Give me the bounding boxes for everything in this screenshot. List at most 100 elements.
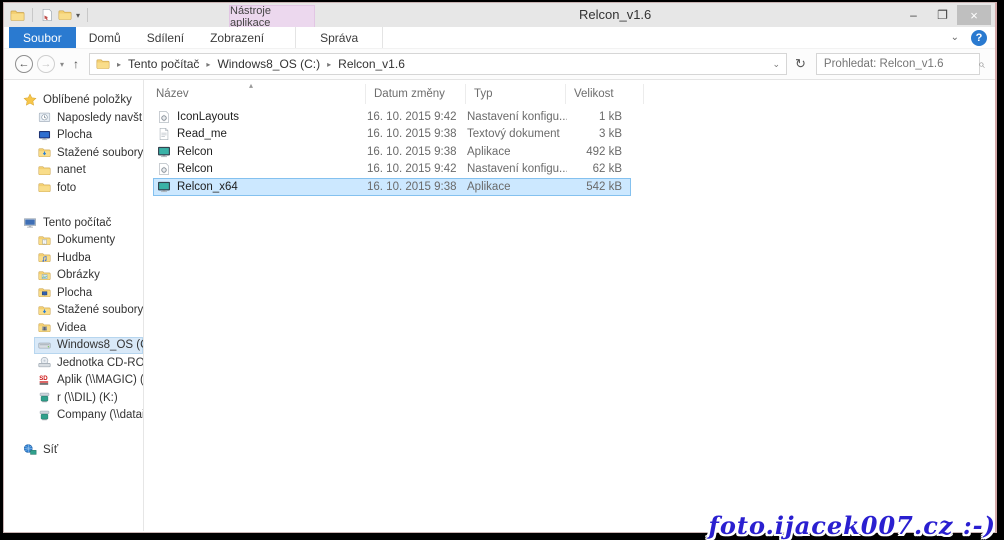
sidebar-item[interactable]: Windows8_OS (C:) (34, 337, 143, 355)
sidebar-item[interactable]: Plocha (34, 284, 143, 302)
divider (32, 8, 33, 22)
sidebar-item-label: Stažené soubory (57, 304, 143, 316)
sidebar-section-label: Tento počítač (43, 217, 111, 229)
sidebar-item[interactable]: Naposledy navštíver (34, 109, 143, 127)
desktop-icon (38, 129, 51, 142)
sidebar-item[interactable]: Company (\\dataint (34, 407, 143, 425)
minimize-button[interactable]: – (899, 5, 928, 25)
column-headers: ▴ NázevDatum změnyTypVelikost (144, 84, 995, 104)
column-header[interactable]: Název (144, 84, 366, 104)
downloads-icon (38, 146, 51, 159)
file-type: Aplikace (467, 146, 567, 158)
breadcrumb-segment[interactable]: Tento počítač (128, 57, 199, 71)
file-row[interactable]: Relcon16. 10. 2015 9:38Aplikace492 kB (153, 143, 631, 161)
star-icon (23, 93, 37, 107)
breadcrumb: ▸Tento počítač▸Windows8_OS (C:)▸Relcon_v… (110, 57, 405, 71)
title-bar: ▾ Nástroje aplikace Relcon_v1.6 – ❐ × (4, 3, 995, 27)
app-icon (157, 145, 171, 159)
column-header[interactable]: Velikost (566, 84, 644, 104)
folder-icon (38, 181, 51, 194)
sidebar-item[interactable]: Stažené soubory (34, 144, 143, 162)
address-folder-icon (96, 57, 110, 71)
tab-sprava[interactable]: Správa (295, 27, 383, 48)
forward-button[interactable]: → (37, 55, 55, 73)
breadcrumb-separator-icon: ▸ (327, 60, 331, 69)
help-icon[interactable]: ? (971, 30, 987, 46)
svg-text:SD: SD (39, 375, 48, 382)
search-box[interactable]: ⌕ (816, 53, 980, 75)
sidebar-item[interactable]: nanet (34, 162, 143, 180)
address-bar[interactable]: ▸Tento počítač▸Windows8_OS (C:)▸Relcon_v… (89, 53, 787, 75)
collapse-ribbon-icon[interactable]: ⌄ (951, 32, 959, 43)
sidebar-item[interactable]: foto (34, 179, 143, 197)
tab-soubor[interactable]: Soubor (9, 27, 76, 48)
tab-zobrazeni[interactable]: Zobrazení (197, 27, 277, 48)
ribbon-tabs: DomůSdíleníZobrazení Správa (76, 27, 383, 48)
sd-drive-icon: SD (38, 374, 51, 387)
file-name: Relcon (154, 162, 367, 176)
search-input[interactable] (824, 58, 978, 70)
file-rows: IconLayouts16. 10. 2015 9:42Nastavení ko… (144, 108, 995, 196)
file-name: Relcon (154, 145, 367, 159)
computer-icon (23, 216, 37, 230)
sidebar-section: Síť (4, 441, 143, 459)
navigation-bar: ← → ▾ ↑ ▸Tento počítač▸Windows8_OS (C:)▸… (4, 49, 995, 80)
breadcrumb-segment[interactable]: Windows8_OS (C:) (217, 57, 320, 71)
column-header[interactable]: Typ (466, 84, 566, 104)
sort-indicator-icon: ▴ (249, 81, 253, 90)
sidebar-section-header[interactable]: Síť (23, 441, 143, 459)
maximize-button[interactable]: ❐ (928, 5, 957, 25)
file-row[interactable]: IconLayouts16. 10. 2015 9:42Nastavení ko… (153, 108, 631, 126)
file-type: Nastavení konfigu... (467, 111, 567, 123)
file-date: 16. 10. 2015 9:38 (367, 181, 467, 193)
qat-properties-button[interactable] (40, 8, 54, 22)
sidebar-item[interactable]: Dokumenty (34, 232, 143, 250)
column-header[interactable]: Datum změny (366, 84, 466, 104)
downloads-icon (38, 304, 51, 317)
sidebar-item[interactable]: Jednotka CD-ROM ( (34, 354, 143, 372)
sidebar-section-header[interactable]: Tento počítač (23, 214, 143, 232)
sidebar-item[interactable]: SDAplik (\\MAGIC) (G: (34, 372, 143, 390)
sidebar-item[interactable]: Obrázky (34, 267, 143, 285)
folder-icon (58, 8, 72, 22)
sidebar-item[interactable]: Videa (34, 319, 143, 337)
sidebar-item[interactable]: r (\\DIL) (K:) (34, 389, 143, 407)
quick-access-toolbar: ▾ (4, 3, 91, 27)
sidebar-item[interactable]: Stažené soubory (34, 302, 143, 320)
file-date: 16. 10. 2015 9:42 (367, 111, 467, 123)
file-size: 1 kB (567, 111, 627, 123)
tab-domu[interactable]: Domů (76, 27, 134, 48)
file-row[interactable]: Read_me16. 10. 2015 9:38Textový dokument… (153, 126, 631, 144)
file-row[interactable]: Relcon16. 10. 2015 9:42Nastavení konfigu… (153, 161, 631, 179)
breadcrumb-segment[interactable]: Relcon_v1.6 (338, 57, 405, 71)
file-name: Read_me (154, 127, 367, 141)
folder-music-icon (38, 251, 51, 264)
sidebar-item-label: r (\\DIL) (K:) (57, 392, 118, 404)
sidebar-section-header[interactable]: Oblíbené položky (23, 91, 143, 109)
hdd-icon (38, 339, 51, 352)
sidebar-item[interactable]: Plocha (34, 127, 143, 145)
qat-new-folder-button[interactable] (58, 8, 72, 22)
file-name: IconLayouts (154, 110, 367, 124)
address-dropdown-icon[interactable]: ⌄ (772, 59, 780, 70)
sidebar-item[interactable]: Hudba (34, 249, 143, 267)
close-button[interactable]: × (957, 5, 991, 25)
file-size: 542 kB (567, 181, 627, 193)
file-list-pane: ▴ NázevDatum změnyTypVelikost IconLayout… (144, 80, 995, 531)
sidebar-item-label: Jednotka CD-ROM ( (57, 357, 144, 369)
file-date: 16. 10. 2015 9:42 (367, 163, 467, 175)
file-date: 16. 10. 2015 9:38 (367, 146, 467, 158)
file-size: 3 kB (567, 128, 627, 140)
refresh-icon[interactable]: ↻ (795, 56, 806, 72)
divider (87, 8, 88, 22)
breadcrumb-separator-icon: ▸ (206, 60, 210, 69)
sidebar-section-label: Oblíbené položky (43, 94, 132, 106)
history-dropdown-icon[interactable]: ▾ (60, 60, 64, 69)
file-row[interactable]: Relcon_x6416. 10. 2015 9:38Aplikace542 k… (153, 178, 631, 196)
sidebar-item-label: Dokumenty (57, 234, 115, 246)
qat-customize-button[interactable]: ▾ (76, 11, 80, 20)
tab-sdileni[interactable]: Sdílení (134, 27, 197, 48)
folder-icon (96, 57, 110, 71)
up-button[interactable]: ↑ (73, 57, 79, 71)
back-button[interactable]: ← (15, 55, 33, 73)
